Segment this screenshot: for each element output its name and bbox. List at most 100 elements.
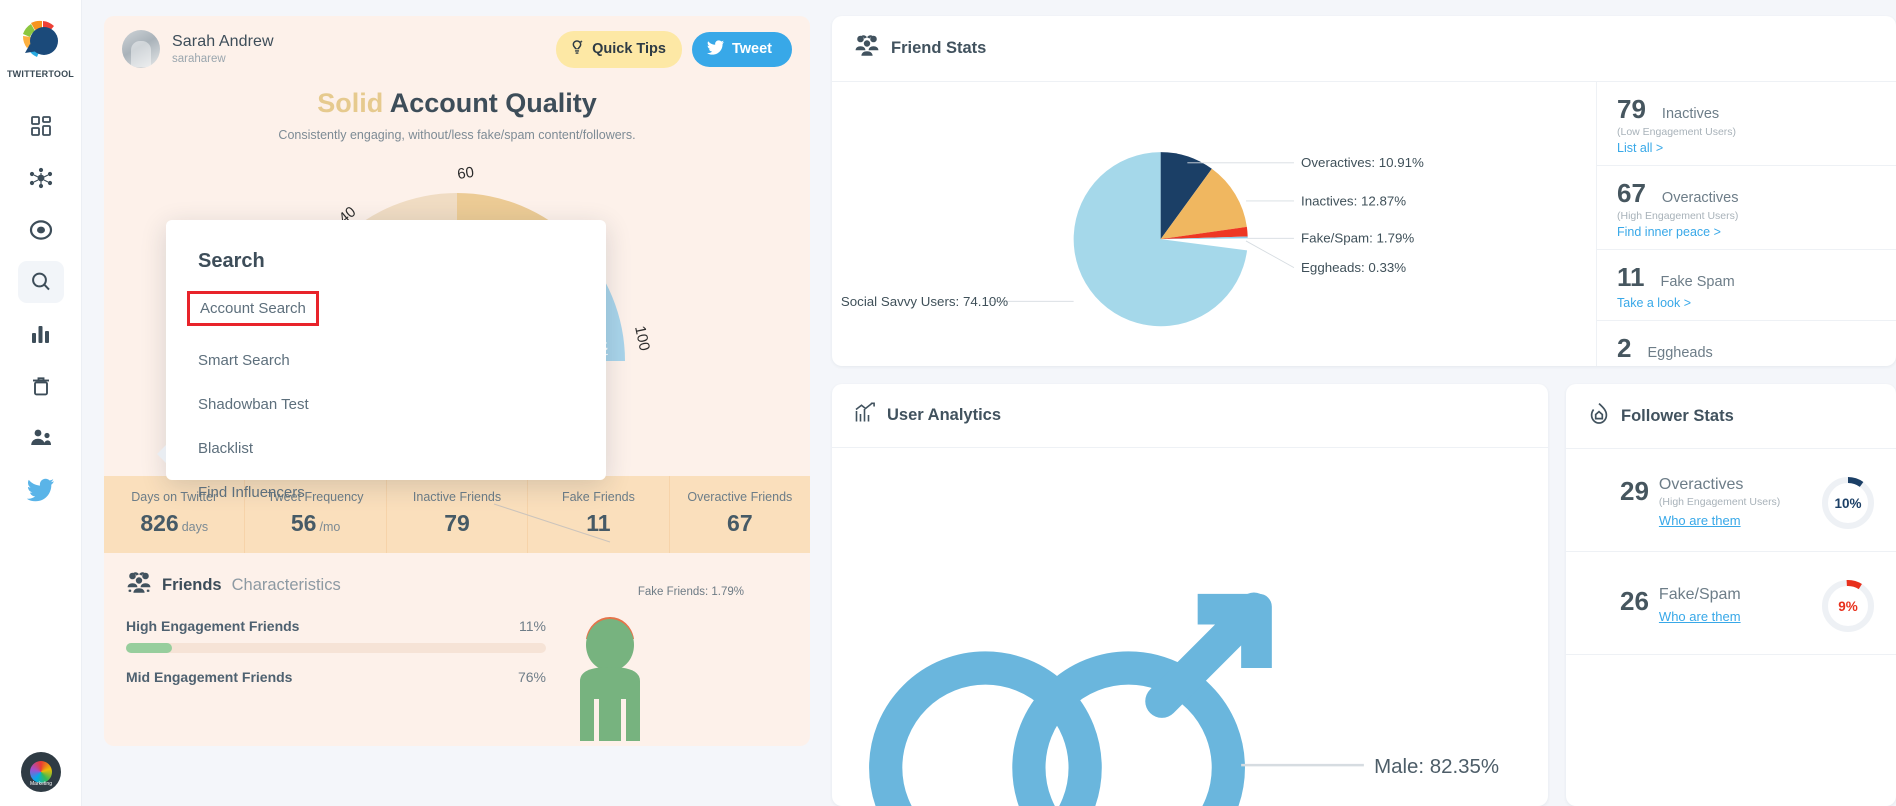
bar-label: Mid Engagement Friends [126, 669, 293, 685]
donut-value: 9% [1838, 598, 1858, 614]
list-item-link[interactable]: Take a look > [1617, 296, 1876, 310]
friend-stats-body: Overactives: 10.91% Inactives: 12.87% Fa… [832, 82, 1896, 366]
sidebar-account-label: Marketing [30, 781, 52, 787]
analytics-chart-icon [854, 402, 876, 429]
pie-label-overactives: Overactives: 10.91% [1301, 155, 1424, 170]
dropdown-item-smart-search[interactable]: Smart Search [198, 352, 290, 369]
brand-name: TWITTERTOOL [6, 69, 75, 79]
annotation-leader-line [493, 503, 611, 543]
friend-stats-pie-chart: Overactives: 10.91% Inactives: 12.87% Fa… [832, 82, 1596, 366]
dropdown-item-account-search[interactable]: Account Search [187, 291, 319, 326]
pie-label-social-savvy: Social Savvy Users: 74.10% [841, 294, 1008, 309]
donut-chart-overactives: 10% [1820, 475, 1876, 531]
donut-value: 10% [1834, 495, 1862, 511]
lightbulb-icon [569, 39, 585, 60]
friend-stats-header: Friend Stats [832, 16, 1896, 82]
donut-chart-fake-spam: 9% [1820, 578, 1876, 634]
person-figure-icon [550, 611, 670, 746]
stat-value: 826 days [108, 510, 240, 537]
follower-link[interactable]: Who are them [1659, 609, 1741, 624]
follower-stats-row-overactives: 29 Overactives (High Engagement Users) W… [1566, 449, 1896, 552]
list-item-label: Inactives [1661, 106, 1720, 122]
sidebar-account[interactable]: Marketing [0, 752, 82, 792]
friends-group-icon [126, 571, 152, 600]
sidebar-item-search[interactable] [17, 261, 64, 303]
follower-label: Overactives [1658, 476, 1744, 493]
follower-stats-panel: Follower Stats 29 Overactives (High Enga… [1566, 384, 1896, 806]
user-analytics-body: Male: 82.35% [832, 448, 1548, 806]
profile-header: Sarah Andrew saraharew Quick Tips Tweet [104, 16, 810, 74]
list-item-link[interactable]: Find inner peace > [1617, 225, 1876, 239]
sidebar-item-analytics[interactable] [18, 313, 64, 355]
dropdown-item-shadowban-test[interactable]: Shadowban Test [198, 396, 309, 413]
follower-link[interactable]: Who are them [1659, 513, 1741, 528]
brand-logo[interactable]: TWITTERTOOL [7, 14, 74, 79]
list-item: 67 Overactives (High Engagement Users) F… [1597, 166, 1896, 250]
friend-stats-side-list: 79 Inactives (Low Engagement Users) List… [1596, 82, 1896, 366]
circleboom-logo-icon [15, 14, 67, 66]
profile-name: Sarah Andrew [172, 33, 274, 50]
list-item-label: Overactives [1661, 190, 1739, 206]
profile-identity: Sarah Andrew saraharew [172, 33, 274, 65]
list-item-count: 79 [1617, 94, 1646, 124]
rainbow-ring-icon [30, 761, 52, 783]
follower-row-detail: Fake/Spam Who are them [1659, 586, 1741, 626]
flame-icon [1588, 402, 1610, 430]
sidebar-item-cleanup[interactable] [18, 365, 64, 407]
bar-row: High Engagement Friends 11% [126, 618, 546, 634]
follower-stats-row-fake-spam: 26 Fake/Spam Who are them 9% [1566, 552, 1896, 655]
sidebar-item-users[interactable] [18, 417, 64, 459]
bar-pct: 11% [519, 618, 546, 634]
male-symbol-icon: Male: 82.35% [869, 592, 1499, 806]
bar-fill [126, 643, 173, 653]
dropdown-title: Search [198, 250, 265, 272]
friends-characteristics: Friends Characteristics High Engagement … [104, 503, 810, 741]
follower-stats-header: Follower Stats [1566, 384, 1896, 449]
list-item-top: 2 Eggheads [1617, 333, 1876, 364]
quality-grade: Solid [317, 88, 384, 118]
dropdown-item-blacklist[interactable]: Blacklist [198, 440, 253, 457]
list-item: 79 Inactives (Low Engagement Users) List… [1597, 82, 1896, 166]
list-item-link[interactable]: List all > [1617, 141, 1876, 155]
tweet-button[interactable]: Tweet [691, 31, 792, 67]
sidebar-item-dashboard[interactable] [18, 105, 64, 147]
list-item-count: 2 [1617, 333, 1632, 363]
stat-number: 56 [290, 510, 317, 536]
stat-unit: days [181, 520, 209, 534]
follower-stats-title: Follower Stats [1621, 406, 1734, 425]
quick-tips-label: Quick Tips [592, 41, 666, 57]
stat-cell: Overactive Friends 67 [670, 476, 810, 553]
friends-title-light: Characteristics [231, 576, 341, 594]
sidebar-item-target[interactable] [18, 209, 64, 251]
stats-column: Friend Stats Overactives: 10.91% Inactiv… [832, 16, 1896, 806]
stat-number: 826 [140, 510, 179, 536]
dropdown-item-find-influencers[interactable]: Find Influencers [198, 484, 305, 501]
list-item-count: 11 [1617, 262, 1645, 292]
follower-count: 29 [1620, 476, 1649, 506]
list-item-label: Eggheads [1647, 345, 1713, 361]
svg-text:60: 60 [456, 164, 475, 183]
quality-subtitle: Consistently engaging, without/less fake… [278, 128, 636, 142]
pie-label-eggheads: Eggheads: 0.33% [1301, 260, 1406, 275]
list-item-top: 79 Inactives [1617, 94, 1876, 125]
list-item-label: Fake Spam [1660, 274, 1735, 290]
profile-handle: saraharew [172, 53, 226, 65]
app-root: TWITTERTOOL Marketing Sarah Andrew sarah… [0, 0, 1896, 806]
bottom-panels-row: User Analytics Male: 82.35% Follower Sta… [832, 384, 1896, 806]
sidebar-item-network[interactable] [18, 157, 64, 199]
bar-pct: 76% [517, 669, 546, 685]
stat-number: 67 [727, 510, 753, 536]
stat-value: 67 [674, 510, 806, 537]
follower-row-text: 29 Overactives (High Engagement Users) W… [1586, 476, 1820, 530]
friends-title-bold: Friends [162, 576, 222, 594]
list-item-sub: (High Engagement Users) [1617, 210, 1739, 222]
quick-tips-button[interactable]: Quick Tips [556, 30, 682, 68]
sidebar-item-twitter[interactable] [18, 469, 64, 511]
profile-actions: Quick Tips Tweet [556, 30, 792, 68]
bar-track [126, 643, 546, 653]
stat-unit: /mo [319, 520, 341, 534]
avatar[interactable] [122, 30, 160, 68]
follower-count: 26 [1620, 586, 1649, 616]
list-item: 11 Fake Spam Take a look > [1597, 250, 1896, 321]
avatar[interactable]: Marketing [21, 752, 61, 792]
